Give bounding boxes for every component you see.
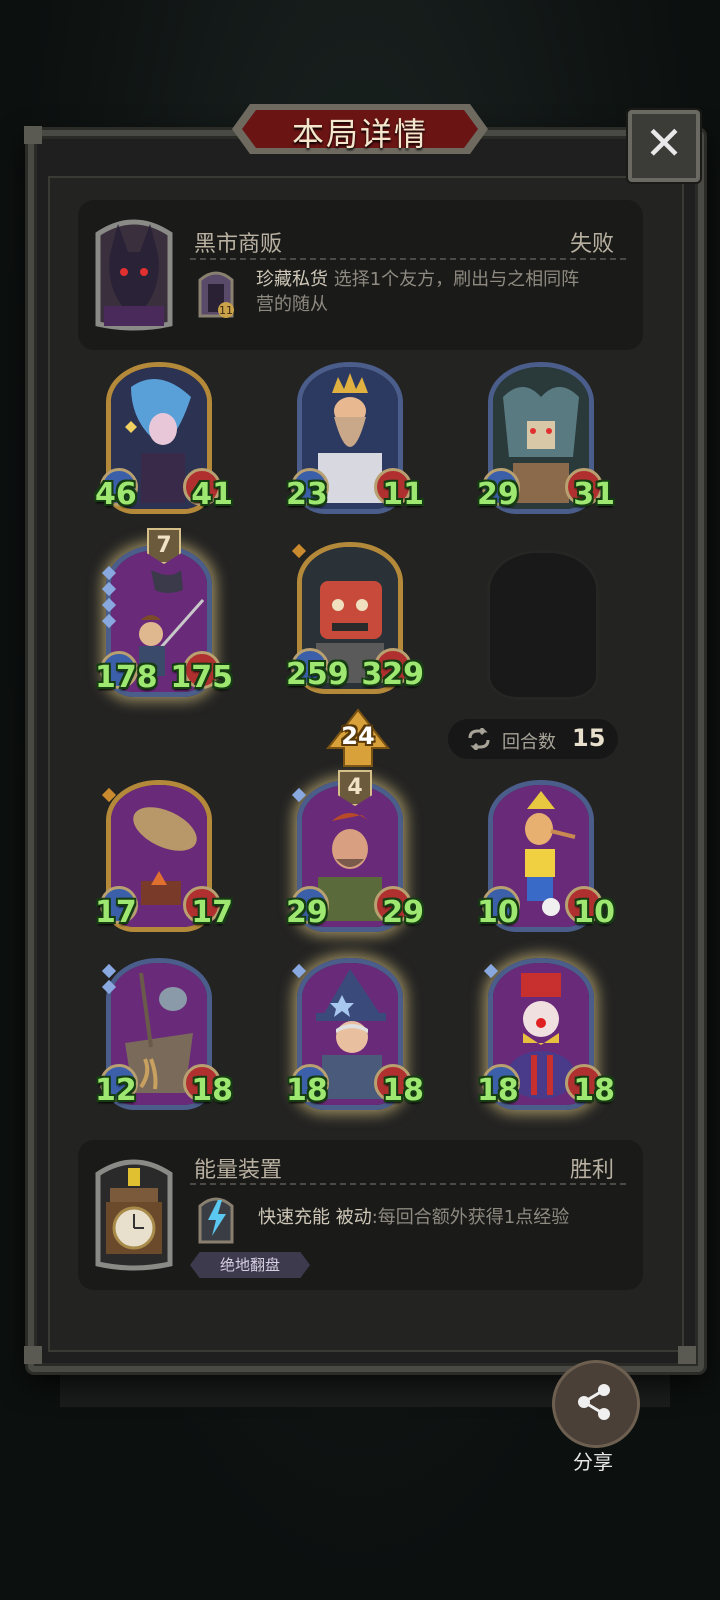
round-counter: 回合数 15 (448, 719, 618, 759)
minion-card[interactable]: 178 175 (95, 545, 233, 701)
minion-health: 18 (573, 1073, 615, 1108)
minion-card[interactable]: 17 17 (95, 780, 233, 936)
minion-health: 29 (382, 895, 424, 930)
minion-card[interactable]: 23 11 (286, 362, 424, 518)
minion-attack: 17 (95, 895, 137, 930)
minion-card[interactable]: 259 329 (286, 542, 424, 698)
minion-health: 41 (191, 477, 233, 512)
close-button[interactable]: ✕ (628, 110, 700, 182)
minion-health: 31 (573, 477, 615, 512)
opponent-portrait[interactable] (88, 214, 180, 332)
round-label: 回合数 (502, 732, 556, 753)
player-item-type: 被动 (335, 1207, 372, 1228)
minion-health: 329 (361, 657, 424, 692)
svg-text:11: 11 (219, 304, 233, 317)
minion-card[interactable]: 29 31 (477, 362, 615, 518)
minion-health: 175 (170, 660, 233, 695)
opponent-item-desc: 珍藏私货 选择1个友方，刷出与之相同阵 营的随从 (256, 269, 580, 315)
share-icon (578, 1384, 610, 1420)
door-icon[interactable]: 11 (196, 266, 236, 318)
opponent-name: 黑市商贩 (194, 232, 283, 257)
player-item-desc: 快速充能 被动:每回合额外获得1点经验 (258, 1207, 570, 1228)
divider (190, 258, 626, 260)
achievement-tag: 绝地翻盘 (190, 1252, 310, 1278)
minion-health: 18 (382, 1073, 424, 1108)
share-label: 分享 (573, 1450, 613, 1474)
minion-attack: 18 (477, 1073, 519, 1108)
minion-card[interactable]: 18 18 (286, 958, 424, 1114)
minion-attack: 18 (286, 1073, 328, 1108)
divider (190, 1183, 626, 1185)
close-icon: ✕ (644, 116, 684, 170)
lightning-icon[interactable] (196, 1192, 236, 1244)
player-portrait[interactable] (88, 1154, 180, 1272)
minion-health: 10 (573, 895, 615, 930)
title-plate: 本局详情 (230, 100, 490, 158)
minion-attack: 46 (95, 477, 137, 512)
minion-attack: 10 (477, 895, 519, 930)
minion-health: 11 (382, 477, 424, 512)
page-title: 本局详情 (291, 115, 428, 153)
minion-attack: 259 (286, 657, 349, 692)
player-result: 胜利 (570, 1158, 615, 1183)
minion-attack: 29 (286, 895, 328, 930)
minion-attack: 29 (477, 477, 519, 512)
opponent-item-name: 珍藏私货 (256, 269, 328, 290)
minion-card[interactable]: 10 10 (477, 780, 615, 936)
minion-attack: 178 (95, 660, 158, 695)
round-value: 15 (572, 724, 606, 752)
minion-health: 18 (191, 1073, 233, 1108)
minion-attack: 12 (95, 1073, 137, 1108)
empty-minion-slot (487, 550, 599, 700)
minion-attack: 23 (286, 477, 328, 512)
minion-health: 17 (191, 895, 233, 930)
refresh-icon (468, 728, 490, 750)
minion-card[interactable]: 12 18 (95, 958, 233, 1114)
share-button[interactable] (552, 1360, 640, 1448)
minion-card[interactable]: 46 41 (95, 362, 233, 518)
minion-card[interactable]: 18 18 (477, 958, 615, 1114)
player-name: 能量装置 (194, 1158, 283, 1183)
opponent-result: 失败 (570, 232, 615, 257)
damage-value: 24 (341, 722, 375, 750)
player-item-name: 快速充能 (258, 1207, 330, 1228)
